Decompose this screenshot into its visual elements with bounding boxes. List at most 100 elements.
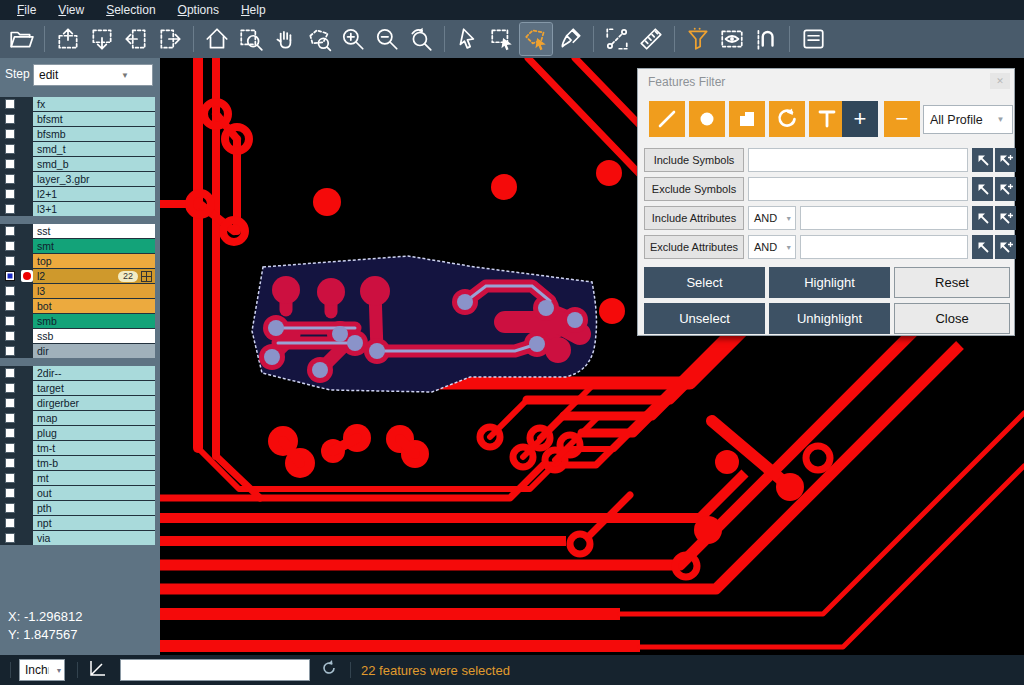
shape-filter-text[interactable] xyxy=(809,101,845,137)
tool-zoom-in[interactable] xyxy=(337,23,369,55)
layer-row-map[interactable]: map xyxy=(0,411,155,425)
refresh-icon[interactable] xyxy=(320,659,338,681)
layer-checkbox[interactable] xyxy=(0,329,20,343)
tool-page-down[interactable] xyxy=(86,23,118,55)
layer-name[interactable]: fx xyxy=(33,97,155,111)
layer-row-out[interactable]: out xyxy=(0,486,155,500)
layer-name[interactable]: l3 xyxy=(33,284,155,298)
exclude-attributes-pick-add-icon[interactable] xyxy=(995,235,1016,259)
tool-brush[interactable] xyxy=(554,23,586,55)
command-input[interactable] xyxy=(120,659,310,681)
layer-row-plug[interactable]: plug xyxy=(0,426,155,440)
include-attributes-input[interactable] xyxy=(800,206,968,230)
tool-ruler[interactable] xyxy=(635,23,667,55)
layer-name[interactable]: bfsmb xyxy=(33,127,155,141)
include-symbols-pick-add-icon[interactable] xyxy=(995,148,1016,172)
tool-pan[interactable] xyxy=(269,23,301,55)
layer-row-mt[interactable]: mt xyxy=(0,471,155,485)
include-symbols-pick-icon[interactable] xyxy=(972,148,993,172)
layer-row-target[interactable]: target xyxy=(0,381,155,395)
layer-row-bfsmb[interactable]: bfsmb xyxy=(0,127,155,141)
layer-checkbox[interactable] xyxy=(0,299,20,313)
exclude-symbols-input[interactable] xyxy=(748,177,968,201)
tool-select-rect[interactable] xyxy=(486,23,518,55)
layer-name[interactable]: dir xyxy=(33,344,155,358)
layer-row-smb[interactable]: smb xyxy=(0,314,155,328)
layer-checkbox[interactable] xyxy=(0,112,20,126)
layer-row-smd_b[interactable]: smd_b xyxy=(0,157,155,171)
include-symbols-input[interactable] xyxy=(748,148,968,172)
tool-zoom-prev[interactable] xyxy=(405,23,437,55)
highlight-button[interactable]: Highlight xyxy=(769,267,890,298)
menu-file[interactable]: File xyxy=(6,0,47,20)
layer-checkbox[interactable] xyxy=(0,224,20,238)
layer-name[interactable]: tm-b xyxy=(33,456,155,470)
layer-checkbox[interactable] xyxy=(0,396,20,410)
layer-name[interactable]: top xyxy=(33,254,155,268)
tool-select-poly[interactable] xyxy=(520,23,552,55)
layer-name[interactable]: out xyxy=(33,486,155,500)
profile-select[interactable]: All Profile▼ xyxy=(923,105,1013,134)
layer-checkbox[interactable] xyxy=(0,187,20,201)
layer-name[interactable]: ssb xyxy=(33,329,155,343)
layer-row-bfsmt[interactable]: bfsmt xyxy=(0,112,155,126)
layer-checkbox[interactable] xyxy=(0,441,20,455)
include-symbols-button[interactable]: Include Symbols xyxy=(644,148,744,172)
layer-row-l2[interactable]: l222 xyxy=(0,269,155,283)
reset-button[interactable]: Reset xyxy=(894,267,1010,298)
layer-name[interactable]: dirgerber xyxy=(33,396,155,410)
layer-checkbox[interactable] xyxy=(0,486,20,500)
exclude-symbols-pick-add-icon[interactable] xyxy=(995,177,1016,201)
menu-selection[interactable]: Selection xyxy=(95,0,166,20)
layer-name[interactable]: bot xyxy=(33,299,155,313)
layer-name[interactable]: l3+1 xyxy=(33,202,155,216)
layer-row-l3+1[interactable]: l3+1 xyxy=(0,202,155,216)
layer-row-pth[interactable]: pth xyxy=(0,501,155,515)
layer-checkbox[interactable] xyxy=(0,366,20,380)
layer-name[interactable]: map xyxy=(33,411,155,425)
shape-filter-surface[interactable] xyxy=(729,101,765,137)
shape-filter-line[interactable] xyxy=(649,101,685,137)
select-button[interactable]: Select xyxy=(644,267,765,298)
layer-checkbox[interactable] xyxy=(0,172,20,186)
filter-add-button[interactable]: + xyxy=(842,101,878,137)
layer-row-bot[interactable]: bot xyxy=(0,299,155,313)
layer-row-dir[interactable]: dir xyxy=(0,344,155,358)
layer-name[interactable]: npt xyxy=(33,516,155,530)
unselect-button[interactable]: Unselect xyxy=(644,303,765,334)
tool-zoom-window[interactable] xyxy=(235,23,267,55)
layer-name[interactable]: pth xyxy=(33,501,155,515)
tool-filter[interactable] xyxy=(682,23,714,55)
layer-name[interactable]: target xyxy=(33,381,155,395)
layer-name[interactable]: plug xyxy=(33,426,155,440)
layer-row-sst[interactable]: sst xyxy=(0,224,155,238)
step-select[interactable]: edit ▼ xyxy=(33,64,153,86)
layer-name[interactable]: smt xyxy=(33,239,155,253)
filter-remove-button[interactable]: − xyxy=(884,101,920,137)
layer-row-layer_3.gbr[interactable]: layer_3.gbr xyxy=(0,172,155,186)
exclude-attributes-pick-icon[interactable] xyxy=(972,235,993,259)
layer-checkbox[interactable] xyxy=(0,531,20,545)
tool-select[interactable] xyxy=(452,23,484,55)
layer-name[interactable]: sst xyxy=(33,224,155,238)
shape-filter-pad[interactable] xyxy=(689,101,725,137)
layer-name[interactable]: l222 xyxy=(33,269,155,283)
layer-name[interactable]: l2+1 xyxy=(33,187,155,201)
layer-row-tm-t[interactable]: tm-t xyxy=(0,441,155,455)
layer-row-2dir--[interactable]: 2dir-- xyxy=(0,366,155,380)
layer-row-smt[interactable]: smt xyxy=(0,239,155,253)
tool-home[interactable] xyxy=(201,23,233,55)
layer-checkbox[interactable] xyxy=(0,314,20,328)
layer-checkbox[interactable] xyxy=(0,516,20,530)
layer-row-fx[interactable]: fx xyxy=(0,97,155,111)
layer-checkbox[interactable] xyxy=(0,157,20,171)
layer-checkbox[interactable] xyxy=(0,202,20,216)
layer-checkbox[interactable] xyxy=(0,97,20,111)
unhighlight-button[interactable]: Unhighlight xyxy=(769,303,890,334)
tool-view-eye[interactable] xyxy=(716,23,748,55)
layer-checkbox[interactable] xyxy=(0,127,20,141)
layer-name[interactable]: smd_b xyxy=(33,157,155,171)
menu-help[interactable]: Help xyxy=(230,0,277,20)
layer-checkbox[interactable] xyxy=(0,501,20,515)
tool-page-left[interactable] xyxy=(120,23,152,55)
